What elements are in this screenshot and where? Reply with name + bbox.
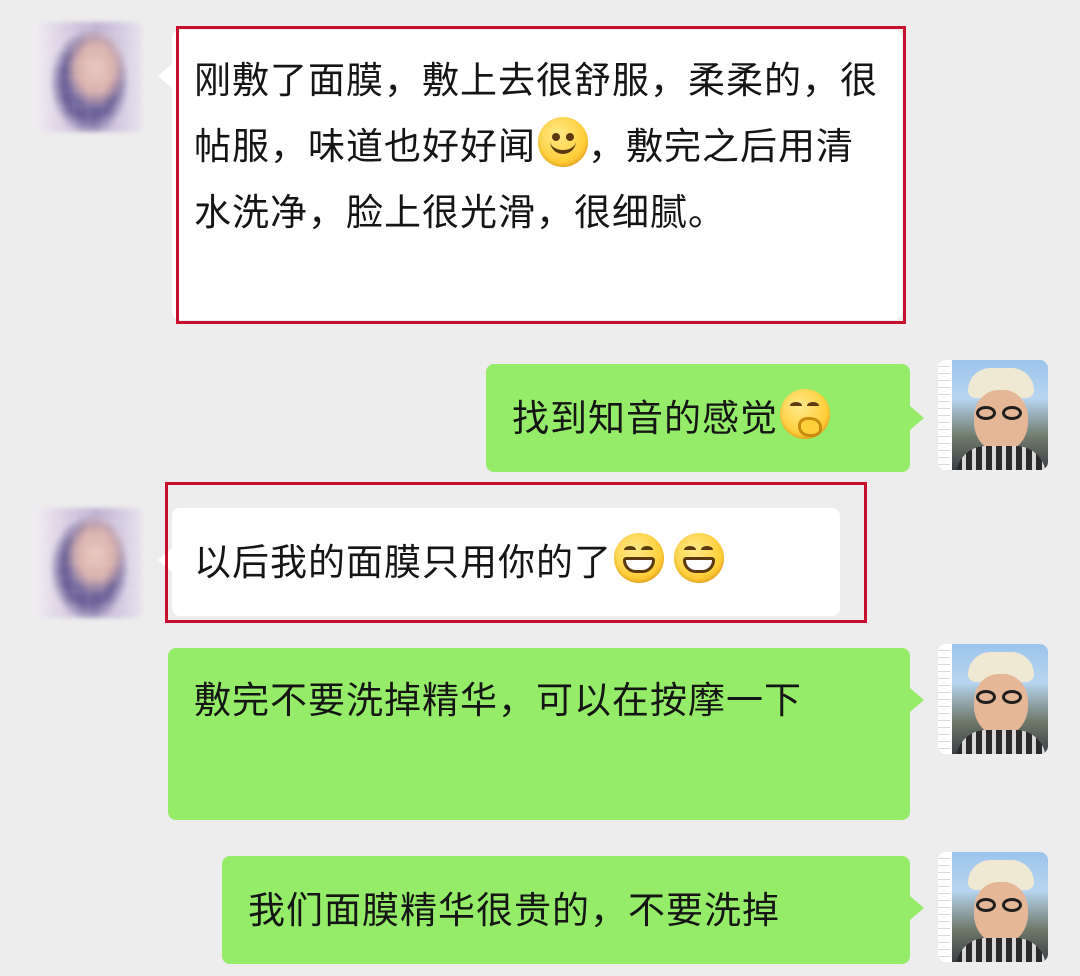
message-bubble-incoming[interactable]: 刚敷了面膜，敷上去很舒服，柔柔的，很帖服，味道也好好闻 ，敷完之后用清水洗净，脸上… (172, 30, 902, 320)
self-avatar[interactable] (938, 644, 1048, 754)
message-text: 我们面膜精华很贵的，不要洗掉 (248, 889, 780, 932)
message-text: 敷完不要洗掉精华，可以在按摩一下 (194, 679, 802, 722)
message-text: 以后我的面膜只用你的了 (194, 541, 612, 584)
bubble-tail (158, 548, 172, 572)
grin-emoji (614, 533, 664, 583)
contact-avatar[interactable] (32, 508, 142, 618)
message-text: 找到知音的感觉 (512, 397, 778, 440)
message-bubble-incoming[interactable]: 以后我的面膜只用你的了 (172, 508, 840, 616)
message-bubble-outgoing[interactable]: 敷完不要洗掉精华，可以在按摩一下 (168, 648, 910, 820)
thinking-emoji (780, 389, 830, 439)
bubble-tail (910, 896, 924, 920)
message-bubble-outgoing[interactable]: 我们面膜精华很贵的，不要洗掉 (222, 856, 910, 964)
bubble-tail (158, 64, 172, 88)
grin-emoji (674, 533, 724, 583)
self-avatar[interactable] (938, 360, 1048, 470)
bubble-tail (910, 688, 924, 712)
contact-avatar[interactable] (32, 22, 142, 132)
self-avatar[interactable] (938, 852, 1048, 962)
bubble-tail (910, 406, 924, 430)
message-bubble-outgoing[interactable]: 找到知音的感觉 (486, 364, 910, 472)
smile-emoji (538, 117, 588, 167)
